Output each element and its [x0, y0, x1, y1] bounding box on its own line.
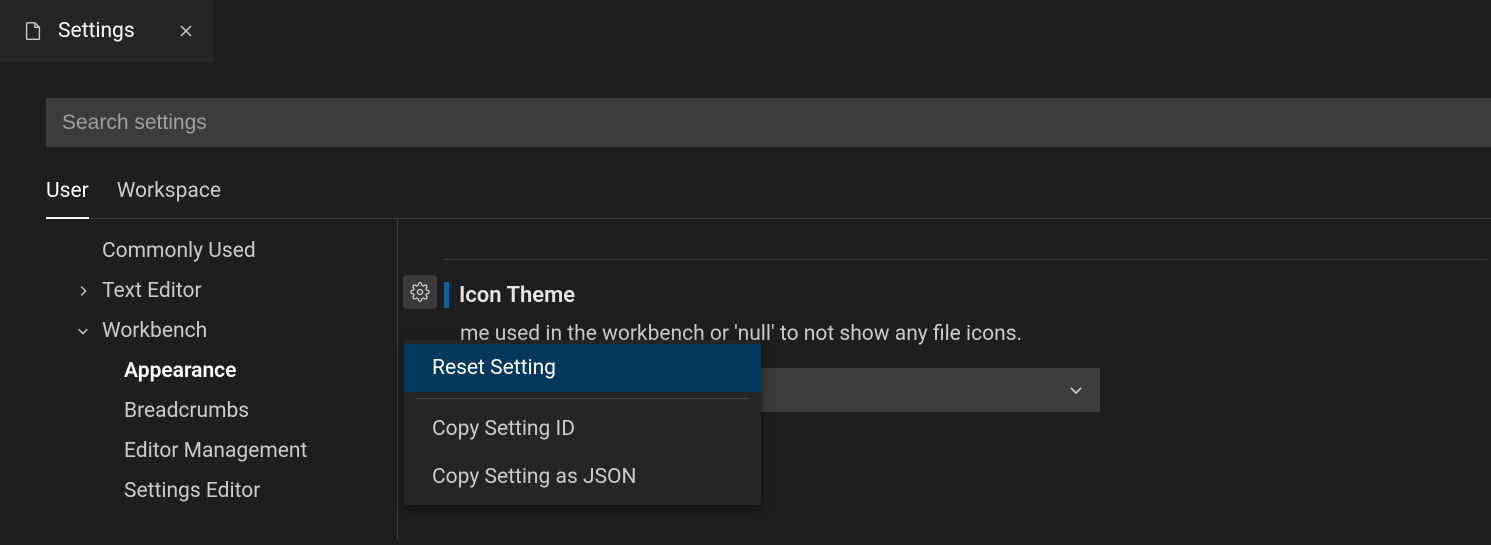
- search-input[interactable]: [46, 98, 1491, 147]
- context-menu: Reset Setting Copy Setting ID Copy Setti…: [404, 340, 761, 505]
- tab-title: Settings: [58, 19, 135, 43]
- gear-icon[interactable]: [403, 275, 437, 309]
- tab-settings[interactable]: Settings: [0, 0, 215, 62]
- tree-item-commonly-used[interactable]: Commonly Used: [46, 231, 397, 271]
- tree-item-appearance[interactable]: Appearance: [46, 351, 397, 391]
- tree-item-workbench[interactable]: Workbench: [46, 311, 397, 351]
- tab-workspace[interactable]: Workspace: [117, 179, 221, 218]
- file-icon: [22, 20, 44, 42]
- chevron-right-icon: [72, 284, 94, 298]
- menu-reset-setting[interactable]: Reset Setting: [404, 344, 761, 392]
- tree-item-label: Text Editor: [102, 279, 202, 303]
- menu-separator: [416, 398, 749, 399]
- settings-tree: Commonly Used Text Editor Workbench Appe…: [46, 219, 398, 539]
- chevron-down-icon: [1068, 382, 1084, 398]
- tab-bar: Settings: [0, 0, 1491, 62]
- tab-user[interactable]: User: [46, 179, 89, 219]
- close-icon[interactable]: [177, 22, 195, 40]
- setting-title: Icon Theme: [459, 283, 575, 308]
- tree-item-breadcrumbs[interactable]: Breadcrumbs: [46, 391, 397, 431]
- tree-item-text-editor[interactable]: Text Editor: [46, 271, 397, 311]
- tree-item-label: Workbench: [102, 319, 207, 343]
- modified-indicator: [444, 282, 449, 308]
- tree-item-editor-management[interactable]: Editor Management: [46, 431, 397, 471]
- tree-item-settings-editor[interactable]: Settings Editor: [46, 471, 397, 511]
- chevron-down-icon: [72, 324, 94, 338]
- menu-copy-setting-id[interactable]: Copy Setting ID: [404, 405, 761, 453]
- menu-copy-setting-json[interactable]: Copy Setting as JSON: [404, 453, 761, 501]
- scope-tabs: User Workspace: [46, 179, 1491, 219]
